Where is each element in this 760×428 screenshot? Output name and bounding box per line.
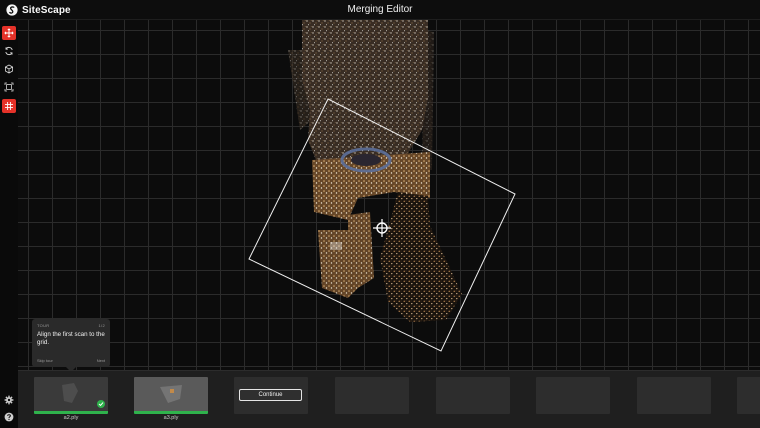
scan-preview [160, 385, 182, 403]
scan-thumbnail[interactable] [536, 377, 610, 414]
scan-feature-arch-inner [351, 154, 381, 166]
scan-thumbnail[interactable] [134, 377, 208, 414]
skip-tour-link[interactable]: Skip tour [37, 358, 53, 363]
gear-icon [4, 395, 14, 405]
scan-filename: a2.ply [63, 415, 79, 421]
scan-cloud-lower-left [318, 212, 374, 298]
page-title: Merging Editor [347, 4, 413, 15]
scan-artifact [330, 242, 342, 250]
scan-card[interactable] [536, 377, 610, 422]
cube-view-button[interactable] [2, 62, 16, 76]
point-cloud-viewport[interactable] [18, 20, 760, 370]
fit-icon [4, 82, 14, 92]
scan-cloud-fan [380, 192, 462, 322]
left-toolbar [0, 20, 18, 428]
cube-icon [5, 64, 13, 74]
scan-card[interactable]: a2.ply [34, 377, 108, 422]
scan-filmstrip: a2.ply a3.ply Continue [18, 370, 760, 428]
grid-toggle-button[interactable] [2, 99, 16, 113]
scan-card[interactable] [737, 377, 760, 422]
rotate-icon [5, 46, 13, 56]
fit-view-button[interactable] [2, 80, 16, 94]
settings-button[interactable] [3, 394, 15, 406]
grid-icon [5, 102, 13, 110]
scan-card[interactable]: a3.ply [134, 377, 208, 422]
scan-thumbnail[interactable] [34, 377, 108, 414]
top-bar: SiteScape Merging Editor [0, 0, 760, 20]
move-icon [4, 28, 14, 38]
help-icon [4, 412, 14, 422]
scan-cloud-left-wing [288, 50, 312, 130]
point-cloud-scene [248, 20, 516, 352]
continue-button[interactable]: Continue [239, 389, 302, 401]
help-button[interactable] [3, 411, 15, 423]
scan-cloud-upper [302, 20, 428, 165]
tour-message: Align the first scan to the grid. [37, 331, 105, 346]
tour-tag: TOUR [37, 323, 50, 328]
scan-card[interactable] [637, 377, 711, 422]
scan-card[interactable] [335, 377, 409, 422]
scan-thumbnail: Continue [234, 377, 308, 414]
scan-card[interactable] [436, 377, 510, 422]
rotate-tool-button[interactable] [2, 44, 16, 58]
scan-filename: a3.ply [163, 415, 179, 421]
scan-thumbnail[interactable] [436, 377, 510, 414]
scan-thumbnail[interactable] [637, 377, 711, 414]
scan-card: Continue [234, 377, 308, 422]
tour-tooltip: TOUR 1/2 Align the first scan to the gri… [32, 319, 110, 372]
move-tool-button[interactable] [2, 26, 16, 40]
checkmark-icon [97, 400, 105, 408]
scan-thumbnail[interactable] [737, 377, 760, 414]
scan-cloud-right-wall [422, 30, 434, 170]
tour-step: 1/2 [98, 323, 105, 328]
scan-thumbnail[interactable] [335, 377, 409, 414]
next-tour-link[interactable]: Next [97, 358, 105, 363]
